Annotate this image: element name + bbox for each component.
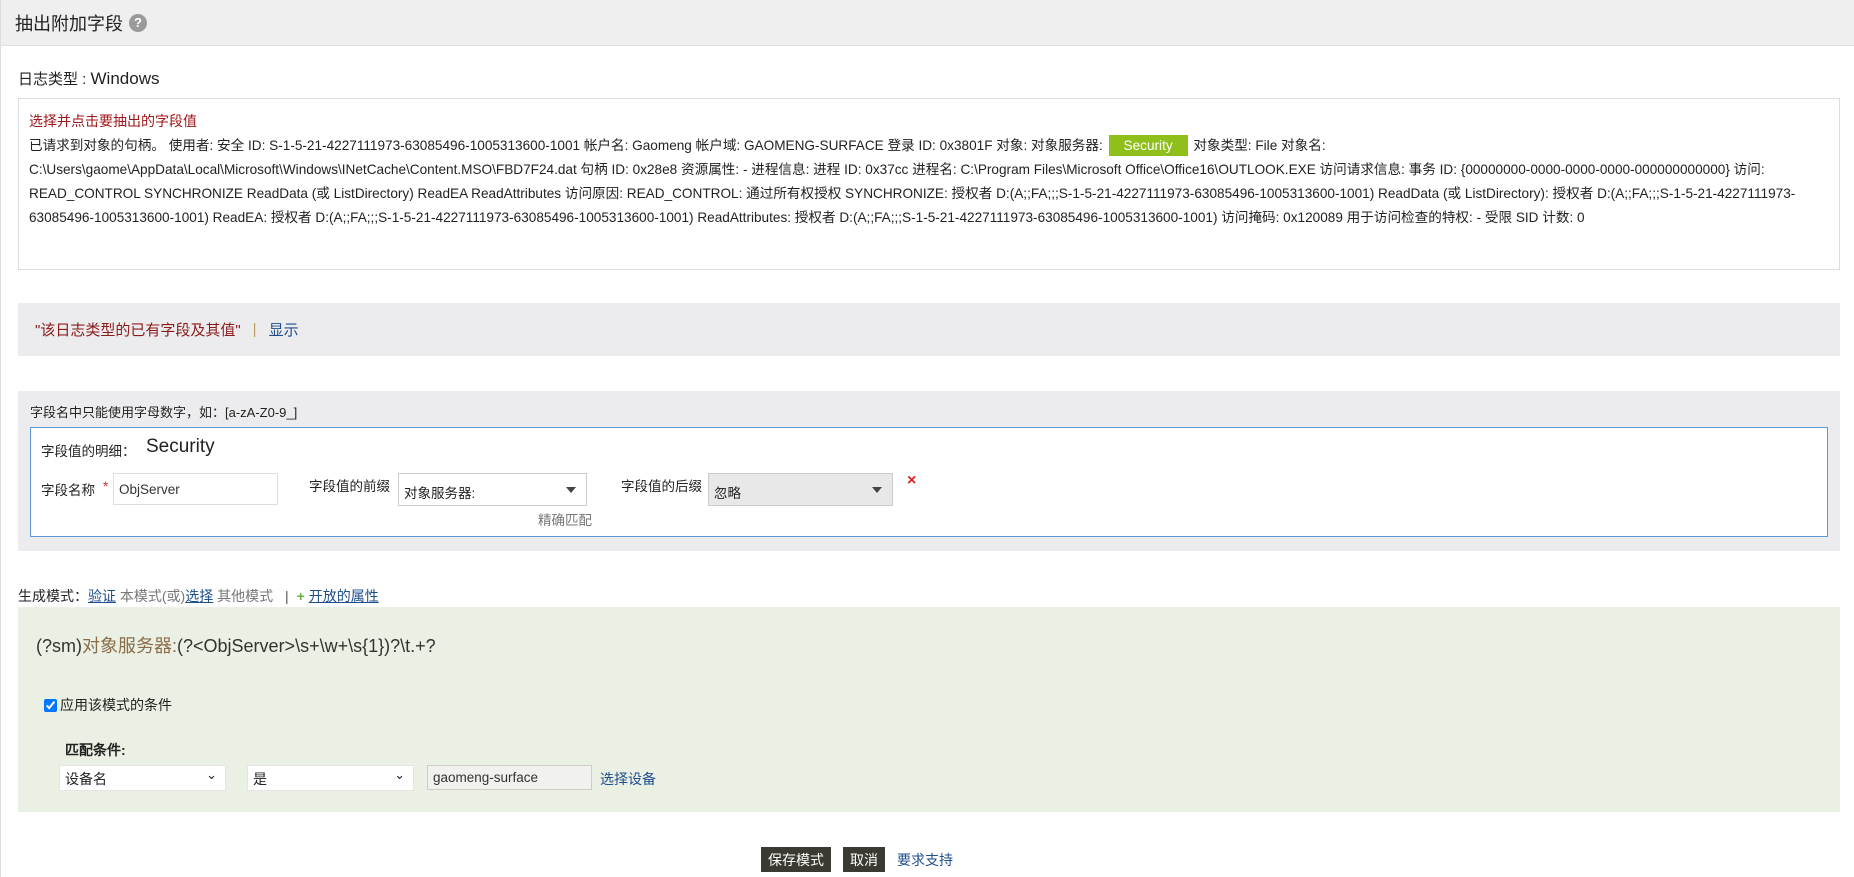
pattern-panel: (?sm)对象服务器:(?<ObjServer>\s+\w+\s{1})?\t.… [18, 607, 1840, 812]
exact-match: 精确匹配 [538, 513, 592, 528]
apply-condition-check[interactable] [44, 698, 57, 712]
log-type-label: 日志类型 : [18, 71, 91, 88]
log-type-value: Windows [90, 69, 160, 88]
prefix-select[interactable]: 对象服务器: [398, 473, 587, 506]
condition-operator-select[interactable]: 是 ⌄ [247, 765, 414, 791]
select-link[interactable]: 选择 [185, 588, 213, 604]
save-pattern-button[interactable]: 保存模式 [761, 847, 831, 872]
show-link[interactable]: 显示 [269, 319, 299, 340]
existing-fields-bar: "该日志类型的已有字段及其值" | 显示 [18, 303, 1840, 356]
field-name-label: 字段名称 [41, 483, 95, 498]
log-type: 日志类型 : Windows [18, 68, 159, 89]
cancel-button[interactable]: 取消 [843, 847, 885, 872]
verify-link[interactable]: 验证 [88, 588, 116, 604]
field-name-input[interactable] [113, 473, 278, 505]
separator: | [285, 588, 289, 604]
condition-field-select[interactable]: 设备名 ⌄ [59, 765, 226, 791]
prefix-value: 对象服务器: [404, 486, 476, 501]
log-message[interactable]: 已请求到对象的句柄。 使用者: 安全 ID: S-1-5-21-42271119… [29, 134, 1829, 230]
remove-icon[interactable]: × [907, 472, 916, 490]
chevron-down-icon: ⌄ [394, 767, 405, 782]
select-device-link[interactable]: 选择设备 [600, 769, 656, 789]
condition-field-value: 设备名 [65, 771, 107, 787]
log-text-before[interactable]: 已请求到对象的句柄。 使用者: 安全 ID: S-1-5-21-42271119… [29, 138, 1107, 153]
regex-pattern: (?sm)对象服务器:(?<ObjServer>\s+\w+\s{1})?\t.… [36, 619, 1836, 679]
suffix-value: 忽略 [714, 486, 741, 501]
regex-group: (?<ObjServer>\s+\w+\s{1})?\t.+? [177, 636, 436, 656]
existing-fields-label: "该日志类型的已有字段及其值" [35, 322, 241, 339]
suffix-label: 字段值的后缀 [621, 479, 702, 494]
required-mark: * [103, 479, 109, 494]
generate-text: 本模式(或) [116, 588, 186, 604]
regex-prefix: 对象服务器: [82, 636, 178, 656]
field-detail-box: 字段值的明细： Security 字段名称 * 字段值的前缀 对象服务器: 精确… [30, 427, 1828, 537]
detail-label: 字段值的明细： [41, 444, 136, 459]
title-bar: 抽出附加字段 ? [1, 0, 1854, 46]
prefix-label: 字段值的前缀 [309, 479, 390, 494]
separator: | [252, 321, 257, 338]
select-hint: 选择并点击要抽出的字段值 [29, 113, 197, 129]
selected-value[interactable]: Security [1108, 135, 1188, 156]
generate-pattern-bar: 生成模式：验证 本模式(或)选择 其他模式 | + 开放的属性 [18, 586, 379, 606]
match-condition-label: 匹配条件: [65, 742, 126, 758]
regex-flags: (?sm) [36, 636, 82, 656]
chevron-down-icon: ⌄ [206, 767, 217, 782]
apply-condition-checkbox[interactable]: 应用该模式的条件 [44, 695, 172, 715]
page-title: 抽出附加字段 [15, 13, 123, 34]
open-attributes-link[interactable]: 开放的属性 [309, 588, 379, 604]
request-support-link[interactable]: 要求支持 [897, 850, 953, 870]
dropdown-arrow-icon [566, 487, 576, 493]
detail-value: Security [146, 436, 215, 457]
condition-value-input[interactable] [427, 765, 592, 790]
generate-label: 生成模式： [18, 588, 88, 604]
suffix-select[interactable]: 忽略 [708, 473, 893, 506]
condition-operator-value: 是 [253, 771, 267, 787]
plus-icon: + [296, 588, 305, 604]
dropdown-arrow-icon [872, 487, 882, 493]
apply-condition-label: 应用该模式的条件 [60, 697, 172, 713]
field-form: 字段名中只能使用字母数字，如：[a-zA-Z0-9_] 字段值的明细： Secu… [18, 391, 1840, 551]
generate-text: 其他模式 [213, 588, 274, 604]
help-icon[interactable]: ? [129, 13, 147, 32]
log-message-box: 选择并点击要抽出的字段值 已请求到对象的句柄。 使用者: 安全 ID: S-1-… [18, 98, 1840, 270]
field-name-rule: 字段名中只能使用字母数字，如：[a-zA-Z0-9_] [30, 405, 298, 420]
